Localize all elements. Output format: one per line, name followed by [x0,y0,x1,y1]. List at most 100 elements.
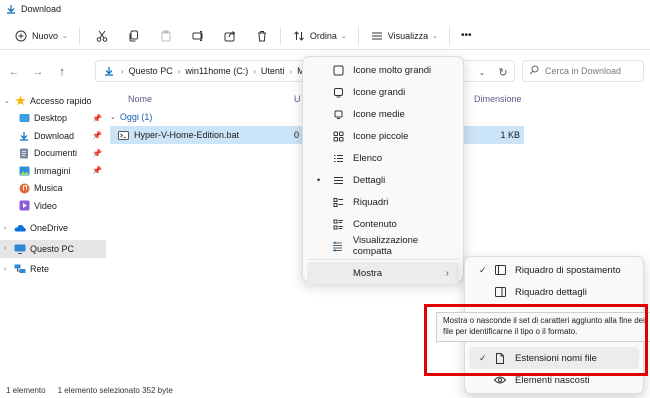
sort-arrows-icon [292,29,306,43]
documents-icon [18,147,30,159]
sidebar-item-rete[interactable]: › Rete [0,261,106,279]
share-button[interactable] [219,25,241,47]
address-dropdown-button[interactable]: ⌄ [472,68,492,77]
sort-button[interactable]: Ordina ⌄ [288,25,351,47]
menu-item-label: Icone piccole [353,130,409,142]
sort-label: Ordina [309,30,337,41]
chevron-right-icon: › [253,66,256,76]
batch-file-icon [118,129,130,141]
menu-item-small-icons[interactable]: Icone piccole [307,125,459,147]
toolbar-divider [357,26,359,45]
sidebar-item-video[interactable]: Video [0,197,106,215]
menu-item-label: Elementi nascosti [515,374,590,386]
delete-button[interactable] [251,25,273,47]
sidebar-item-label: Questo PC [30,243,75,254]
column-header-name[interactable]: Nome [128,94,152,104]
copy-button[interactable] [123,25,145,47]
details-lines-icon [331,173,345,187]
sidebar-item-immagini[interactable]: Immagini 📌 [0,162,106,180]
new-button[interactable]: Nuovo ⌄ [10,25,72,47]
expand-chevron-icon[interactable]: › [4,245,14,252]
chevron-down-icon: ⌄ [340,32,347,40]
menu-item-show[interactable]: Mostra › [307,262,459,284]
menu-item-label: Riquadro di spostamento [515,264,621,276]
sidebar-item-label: Download [34,130,75,141]
column-header-size[interactable]: Dimensione [474,94,522,104]
sidebar-item-label: Documenti [34,148,78,159]
chevron-right-icon: › [177,66,181,76]
menu-item-label: Contenuto [353,218,397,230]
network-icon [14,263,26,275]
highlight-box [424,304,648,376]
pc-icon [14,243,26,255]
expand-chevron-icon[interactable]: › [4,266,14,273]
selected-bullet: • [317,175,321,185]
download-arrow-icon [6,4,16,14]
rename-button[interactable] [187,25,209,47]
sidebar-item-label: Video [34,200,57,211]
menu-item-list[interactable]: Elenco [307,147,459,169]
sidebar-item-desktop[interactable]: Desktop 📌 [0,110,106,128]
up-button[interactable]: ↑ [52,62,72,82]
menu-item-label: Icone medie [353,108,405,120]
breadcrumb-questo-pc[interactable]: Questo PC [129,66,173,76]
download-icon [18,130,30,142]
expand-chevron-icon[interactable]: › [4,225,14,232]
menu-item-tiles[interactable]: Riquadri [307,191,459,213]
menu-item-details-pane[interactable]: Riquadro dettagli [469,281,639,303]
sidebar-item-questo-pc[interactable]: › Questo PC [0,240,106,258]
download-arrow-icon [102,64,116,78]
view-button[interactable]: Visualizza ⌄ [366,25,442,47]
refresh-button[interactable]: ↻ [492,66,514,79]
sidebar-item-download[interactable]: Download 📌 [0,127,106,145]
menu-item-compact-view[interactable]: Visualizzazione compatta [307,235,459,257]
column-header-modified[interactable]: U [294,94,301,104]
list-icon [331,151,345,165]
grid-icon [331,129,345,143]
sidebar-item-label: Rete [30,264,50,275]
view-menu: Icone molto grandi Icone grandi Icone me… [302,56,464,284]
expand-chevron-icon[interactable]: ⌄ [4,97,14,105]
cut-button[interactable] [91,25,113,47]
menu-item-medium-icons[interactable]: Icone medie [307,103,459,125]
plus-circle-icon [14,29,28,43]
sidebar-item-accesso-rapido[interactable]: ⌄ Accesso rapido [0,92,106,110]
menu-item-details[interactable]: • Dettagli [307,169,459,191]
pin-icon: 📌 [92,113,102,123]
large-square-icon [331,63,345,77]
trash-icon [255,29,269,43]
menu-item-label: Mostra [353,267,383,279]
menu-divider [307,259,459,260]
sidebar-item-documenti[interactable]: Documenti 📌 [0,145,106,163]
more-options-button[interactable]: ••• [457,25,476,47]
toolbar-divider [78,26,80,45]
menu-item-content[interactable]: Contenuto [307,213,459,235]
pin-icon: 📌 [92,131,102,141]
chevron-right-icon: › [289,66,293,76]
forward-button[interactable]: → [28,62,48,82]
chevron-right-icon: › [445,267,449,279]
back-button[interactable]: ← [4,62,24,82]
menu-item-extra-large-icons[interactable]: Icone molto grandi [307,59,459,81]
music-icon [18,182,30,194]
command-bar: Nuovo ⌄ Ordina ⌄ Visualizza ⌄ ••• [0,22,650,50]
menu-item-navigation-pane[interactable]: ✓ Riquadro di spostamento [469,259,639,281]
breadcrumb-drive[interactable]: win11home (C:) [185,66,248,76]
search-icon [529,65,539,77]
menu-item-large-icons[interactable]: Icone grandi [307,81,459,103]
sidebar-item-onedrive[interactable]: › OneDrive [0,220,106,238]
file-date: 0 [294,130,300,140]
window-title: Download [21,4,62,14]
navigation-pane: ⌄ Accesso rapido Desktop 📌 Download 📌 Do… [0,92,106,382]
sidebar-item-musica[interactable]: Musica [0,180,106,198]
square-icon [331,85,345,99]
chevron-down-icon: ⌄ [432,32,439,40]
pin-icon: 📌 [92,166,102,176]
search-input[interactable]: Cerca in Download [522,60,644,82]
paste-button[interactable] [155,25,177,47]
file-name: Hyper-V-Home-Edition.bat [134,130,240,140]
copy-icon [127,29,141,43]
breadcrumb-utenti[interactable]: Utenti [261,66,285,76]
view-label: Visualizza [387,30,429,41]
menu-item-label: Visualizzazione compatta [352,235,419,257]
